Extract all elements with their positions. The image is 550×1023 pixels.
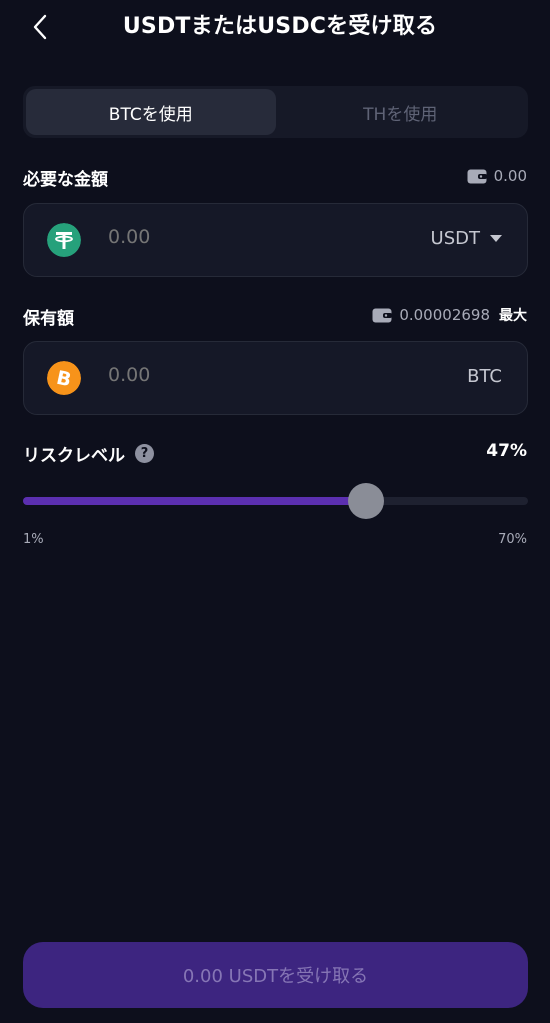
currency-label: USDT bbox=[430, 228, 480, 249]
risk-slider-fill bbox=[23, 497, 367, 505]
required-amount-label: 必要な金額 bbox=[23, 170, 108, 190]
risk-level-value: 47% bbox=[486, 441, 527, 461]
required-balance-value: 0.00 bbox=[493, 167, 527, 185]
holding-amount-card: B BTC bbox=[23, 341, 528, 415]
caret-down-icon bbox=[490, 235, 502, 242]
required-amount-card: USDT bbox=[23, 203, 528, 277]
receive-stablecoin-screen: USDTまたはUSDCを受け取る BTCを使用 THを使用 必要な金額 0.00… bbox=[0, 0, 550, 1023]
header: USDTまたはUSDCを受け取る bbox=[0, 0, 550, 56]
source-tabs: BTCを使用 THを使用 bbox=[23, 86, 528, 138]
risk-slider[interactable] bbox=[23, 483, 528, 519]
risk-max-label: 70% bbox=[498, 532, 527, 547]
risk-min-label: 1% bbox=[23, 532, 44, 547]
tab-use-btc[interactable]: BTCを使用 bbox=[26, 89, 276, 135]
holding-currency-label: BTC bbox=[467, 366, 502, 387]
required-balance: 0.00 bbox=[467, 167, 527, 185]
currency-selector[interactable]: USDT bbox=[431, 228, 502, 249]
help-icon[interactable]: ? bbox=[135, 444, 154, 463]
holding-balance-value: 0.00002698 bbox=[399, 306, 490, 324]
tab-use-th[interactable]: THを使用 bbox=[276, 89, 526, 135]
wallet-icon bbox=[467, 169, 487, 183]
bitcoin-icon: B bbox=[47, 361, 81, 395]
risk-level-label: リスクレベル ? bbox=[23, 441, 154, 466]
risk-level-text: リスクレベル bbox=[23, 446, 125, 466]
required-amount-input[interactable] bbox=[108, 226, 348, 248]
holding-amount-input[interactable] bbox=[108, 364, 348, 386]
holding-balance: 0.00002698 最大 bbox=[372, 305, 527, 325]
holding-amount-label: 保有額 bbox=[23, 309, 74, 329]
wallet-icon bbox=[372, 308, 393, 322]
receive-button[interactable]: 0.00 USDTを受け取る bbox=[23, 942, 528, 1008]
holding-currency: BTC bbox=[467, 366, 502, 387]
risk-slider-thumb[interactable] bbox=[348, 483, 385, 519]
page-title: USDTまたはUSDCを受け取る bbox=[122, 14, 438, 39]
max-button[interactable]: 最大 bbox=[499, 305, 527, 325]
tether-icon bbox=[47, 223, 81, 257]
